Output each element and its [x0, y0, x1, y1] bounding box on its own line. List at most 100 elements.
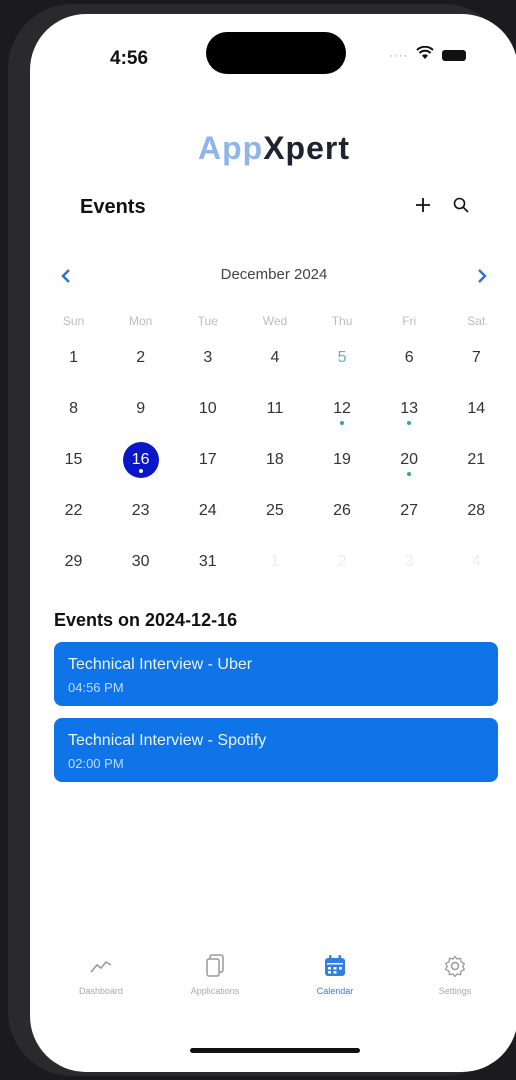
day-number: 1 [270, 552, 280, 570]
calendar-day-next-month[interactable]: 4 [443, 536, 510, 587]
calendar-day-today[interactable]: 5 [309, 332, 376, 383]
calendar-day[interactable]: 26 [309, 485, 376, 536]
tab-label: Settings [438, 986, 472, 996]
calendar-day[interactable]: 12 [309, 383, 376, 434]
calendar-day[interactable]: 14 [443, 383, 510, 434]
day-number: 5 [337, 348, 347, 366]
logo-app-text: App [198, 130, 264, 166]
app-logo: AppXpert [30, 130, 516, 167]
chart-line-icon [87, 952, 115, 980]
search-button[interactable] [448, 194, 474, 220]
day-number: 15 [64, 450, 83, 468]
day-number: 27 [400, 501, 419, 519]
battery-icon [442, 50, 466, 61]
calendar-day[interactable]: 4 [241, 332, 308, 383]
search-icon [453, 197, 469, 218]
tab-calendar[interactable]: Calendar [280, 952, 390, 996]
calendar-icon [321, 952, 349, 980]
calendar-day[interactable]: 18 [241, 434, 308, 485]
day-number: 10 [198, 399, 217, 417]
calendar-day[interactable]: 24 [174, 485, 241, 536]
calendar-day-next-month[interactable]: 2 [309, 536, 376, 587]
day-number: 29 [64, 552, 83, 570]
calendar-day[interactable]: 20 [376, 434, 443, 485]
day-number: 14 [467, 399, 486, 417]
day-number: 3 [203, 348, 213, 366]
calendar-day[interactable]: 21 [443, 434, 510, 485]
plus-icon [415, 197, 431, 218]
event-card[interactable]: Technical Interview - Spotify 02:00 PM [54, 718, 498, 782]
day-number: 17 [198, 450, 217, 468]
calendar-day[interactable]: 6 [376, 332, 443, 383]
event-indicator-dot [138, 469, 143, 473]
calendar-day[interactable]: 30 [107, 536, 174, 587]
calendar-day[interactable]: 15 [40, 434, 107, 485]
status-time: 4:56 [110, 48, 149, 69]
app-screen: 4:56 ···· AppXpert Events December 2024 … [30, 14, 516, 1072]
calendar-day[interactable]: 28 [443, 485, 510, 536]
day-number: 12 [333, 399, 351, 417]
tab-label: Applications [190, 986, 240, 996]
day-number: 21 [467, 450, 486, 468]
calendar-day[interactable]: 2 [107, 332, 174, 383]
calendar-day[interactable]: 1 [40, 332, 107, 383]
calendar-day-next-month[interactable]: 1 [241, 536, 308, 587]
events-heading: Events on 2024-12-16 [54, 610, 238, 630]
month-navigation: December 2024 [54, 264, 494, 288]
calendar-day[interactable]: 25 [241, 485, 308, 536]
calendar-day[interactable]: 17 [174, 434, 241, 485]
logo-xpert-text: Xpert [263, 130, 350, 166]
tab-dashboard[interactable]: Dashboard [46, 952, 156, 996]
event-indicator-dot [407, 472, 412, 476]
calendar-week: 22 23 24 25 26 27 28 [40, 485, 510, 536]
event-card[interactable]: Technical Interview - Uber 04:56 PM [54, 642, 498, 706]
tab-settings[interactable]: Settings [400, 952, 510, 996]
documents-icon [201, 952, 229, 980]
calendar-day[interactable]: 10 [174, 383, 241, 434]
phone-frame: 4:56 ···· AppXpert Events December 2024 … [8, 4, 516, 1076]
day-number: 23 [131, 501, 150, 519]
dynamic-island [206, 32, 346, 74]
calendar-day-next-month[interactable]: 3 [376, 536, 443, 587]
day-number: 11 [266, 399, 284, 417]
calendar-day[interactable]: 7 [443, 332, 510, 383]
day-number: 24 [198, 501, 217, 519]
calendar-day[interactable]: 27 [376, 485, 443, 536]
chevron-right-icon [478, 269, 487, 283]
calendar-day[interactable]: 8 [40, 383, 107, 434]
weekday-header: Sun Mon Tue Wed Thu Fri Sat [40, 310, 510, 332]
add-event-button[interactable] [410, 194, 436, 220]
calendar-day[interactable]: 29 [40, 536, 107, 587]
tab-label: Calendar [316, 986, 354, 996]
calendar-grid: Sun Mon Tue Wed Thu Fri Sat 1 2 3 4 5 6 … [40, 310, 510, 587]
calendar-day[interactable]: 13 [376, 383, 443, 434]
home-indicator[interactable] [190, 1048, 360, 1053]
calendar-day-selected[interactable]: 16 [107, 434, 174, 485]
calendar-day[interactable]: 11 [241, 383, 308, 434]
day-number: 2 [337, 552, 347, 570]
day-number: 30 [131, 552, 150, 570]
next-month-button[interactable] [470, 264, 494, 288]
calendar-day[interactable]: 22 [40, 485, 107, 536]
event-name: Technical Interview - Uber [68, 656, 253, 673]
weekday-label: Sat [467, 314, 486, 328]
event-time: 04:56 PM [68, 680, 124, 695]
day-number: 13 [400, 399, 419, 417]
calendar-day[interactable]: 19 [309, 434, 376, 485]
event-name: Technical Interview - Spotify [68, 732, 267, 749]
tab-label: Dashboard [78, 986, 124, 996]
calendar-day[interactable]: 3 [174, 332, 241, 383]
calendar-day[interactable]: 23 [107, 485, 174, 536]
day-number: 22 [64, 501, 83, 519]
tab-bar: Dashboard Applications Calendar Settings [30, 952, 516, 1032]
gear-icon [441, 952, 469, 980]
day-number: 2 [136, 348, 146, 366]
weekday-label: Mon [129, 314, 153, 328]
day-number: 7 [471, 348, 481, 366]
day-number: 9 [136, 399, 146, 417]
tab-applications[interactable]: Applications [160, 952, 270, 996]
wifi-icon [416, 45, 434, 65]
calendar-day[interactable]: 9 [107, 383, 174, 434]
calendar-day[interactable]: 31 [174, 536, 241, 587]
day-number: 4 [270, 348, 280, 366]
